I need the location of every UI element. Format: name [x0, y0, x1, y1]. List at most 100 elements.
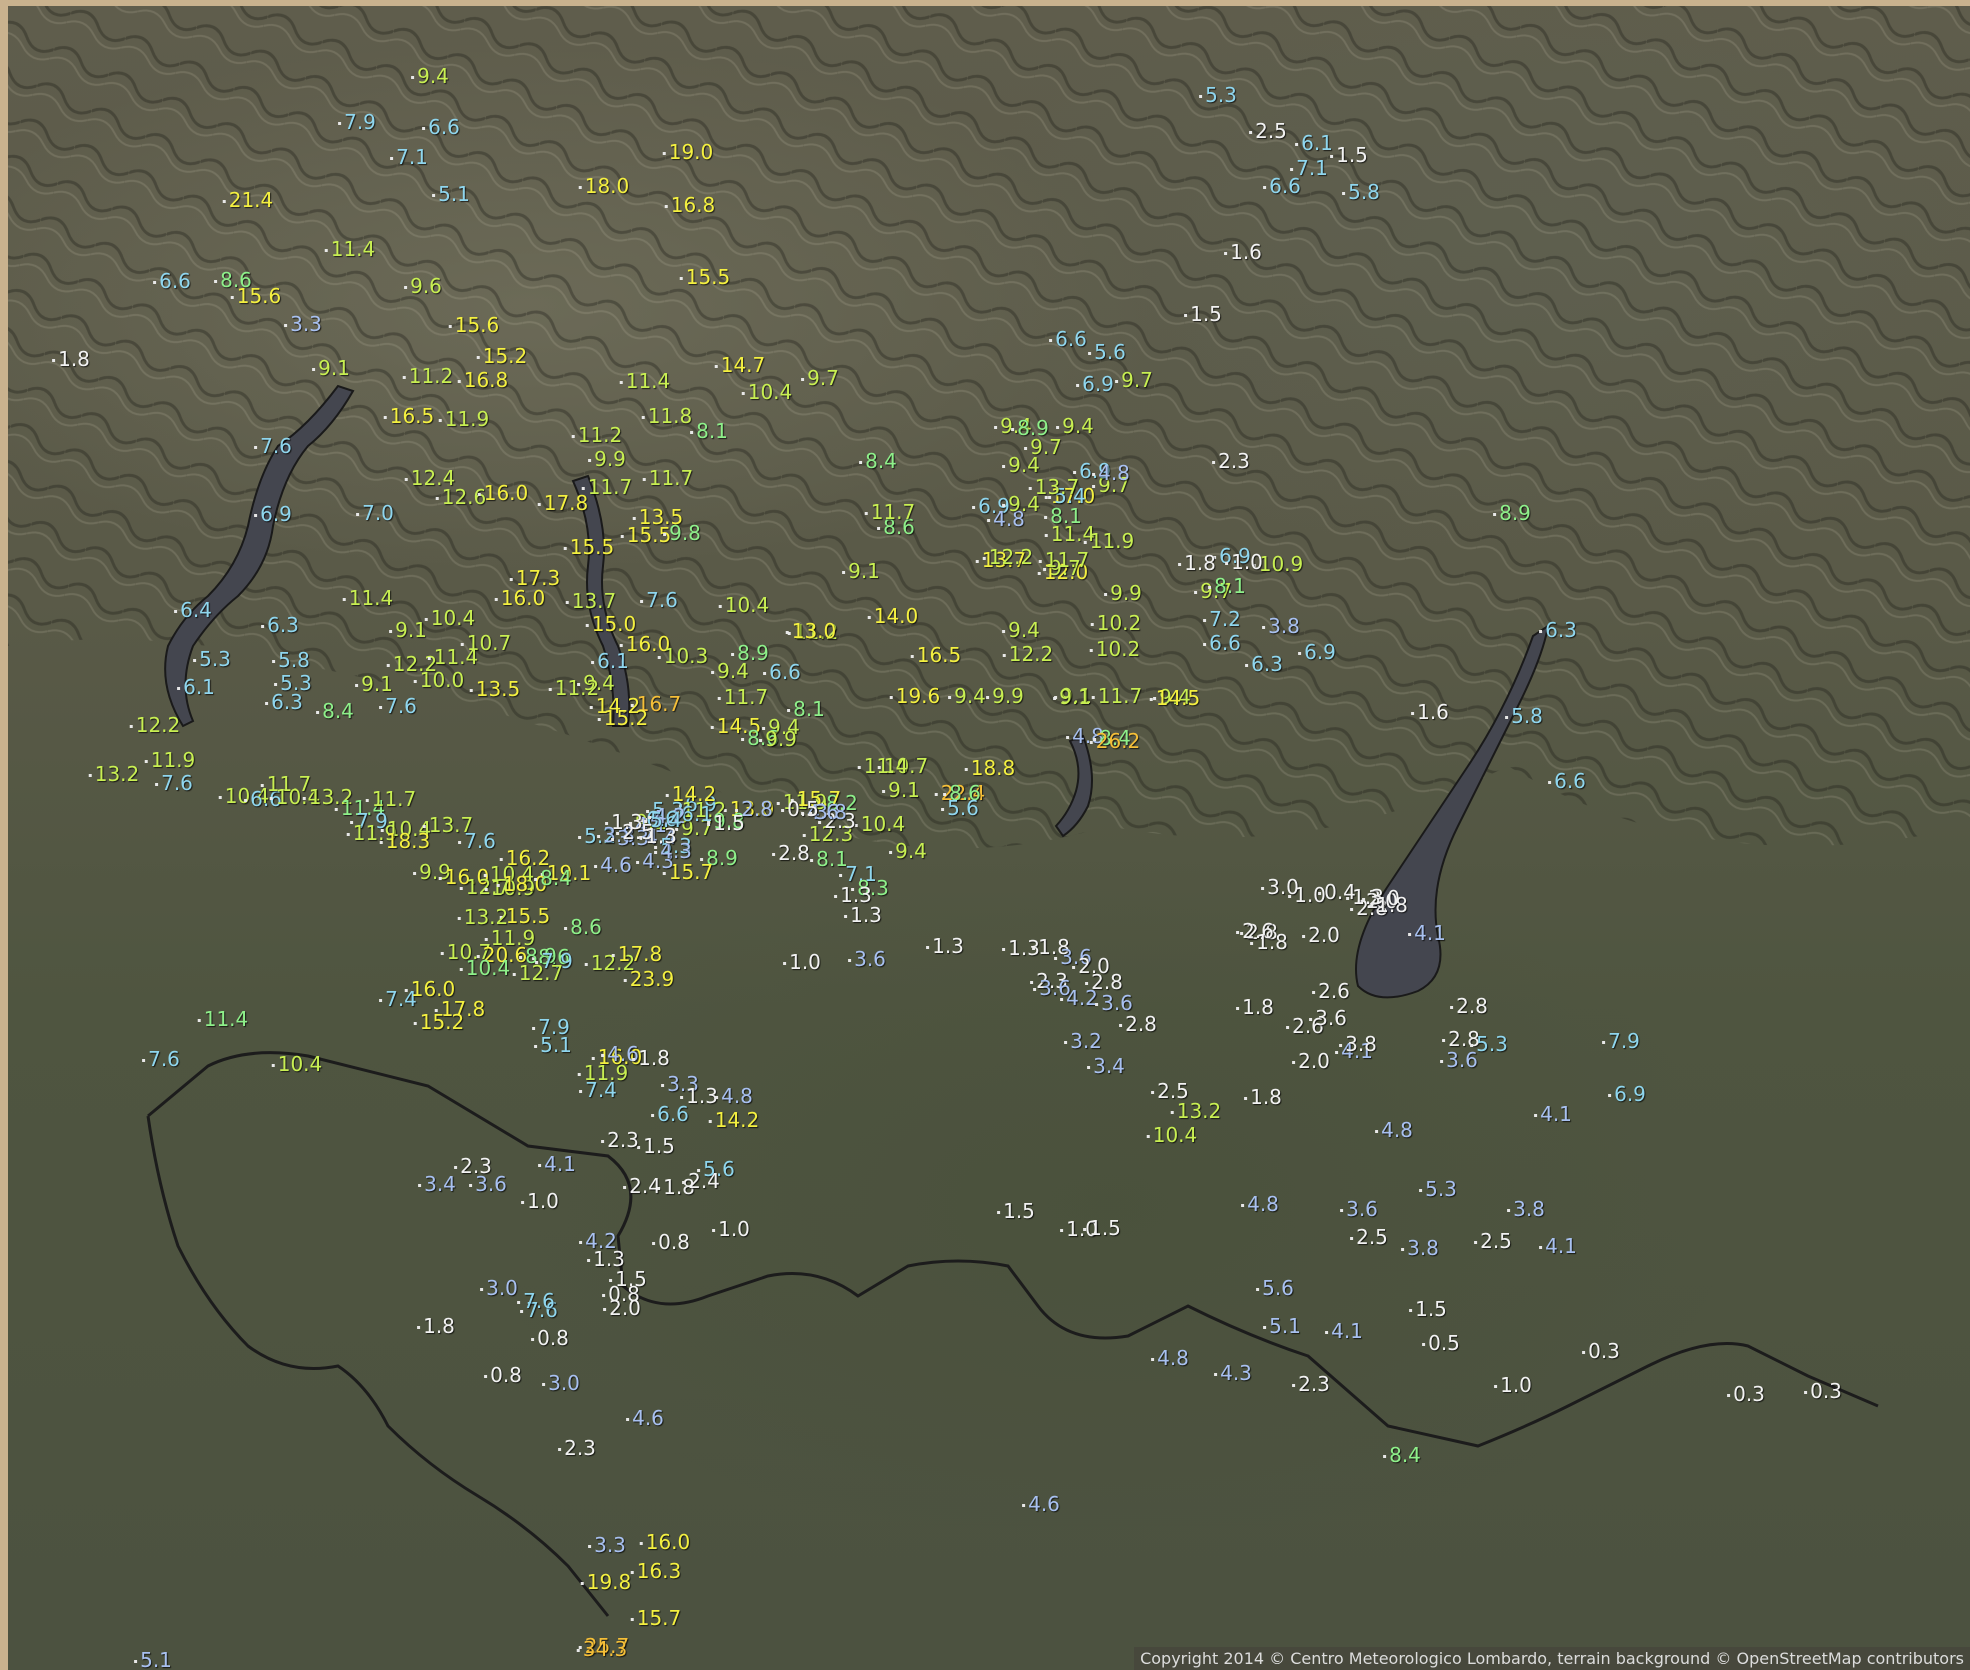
station-value: 5.3	[274, 671, 312, 695]
station-value: 15.2	[597, 706, 649, 730]
station-value: 4.3	[1214, 1361, 1252, 1385]
station-value: 4.6	[601, 1042, 639, 1066]
station-value: 6.3	[1245, 652, 1283, 676]
station-value: 4.8	[715, 1084, 753, 1108]
station-value: 19.8	[580, 1570, 632, 1594]
station-value: 1.8	[1236, 995, 1274, 1019]
station-value: 0.4	[1318, 880, 1356, 904]
station-value: 9.4	[411, 64, 449, 88]
station-value: 7.6	[254, 434, 292, 458]
station-value: 8.9	[1493, 501, 1531, 525]
station-value: 11.4	[427, 645, 479, 669]
station-value: 6.9	[254, 502, 292, 526]
station-value: 3.8	[809, 800, 847, 824]
station-value: 16.3	[630, 1559, 682, 1583]
station-value: 3.8	[1507, 1197, 1545, 1221]
station-value: 2.0	[1292, 1049, 1330, 1073]
station-value: 1.5	[1184, 302, 1222, 326]
station-value: 11.7	[717, 685, 769, 709]
station-value: 9.1	[842, 559, 880, 583]
station-value: 5.1	[534, 1033, 572, 1057]
station-value: 3.6	[848, 947, 886, 971]
station-value: 4.8	[1375, 1118, 1413, 1142]
station-value: 8.4	[1383, 1443, 1421, 1467]
station-value: 5.1	[1263, 1314, 1301, 1338]
station-value: 9.9	[1104, 581, 1142, 605]
station-value: 13.5	[469, 677, 521, 701]
station-value: 21.4	[222, 188, 274, 212]
precipitation-map[interactable]: 9.4 7.9 6.6 7.1 5.1 21.4 11.4 6.6 8.6 15.6 3.3 1.8 9…	[8, 6, 1970, 1670]
station-value: 18.8	[964, 756, 1016, 780]
station-value: 9.4	[1002, 492, 1040, 516]
station-value: 7.0	[356, 501, 394, 525]
station-value: 9.4	[1002, 453, 1040, 477]
station-value: 3.3	[588, 1533, 626, 1557]
station-value: 2.3	[454, 1154, 492, 1178]
station-value: 10.3	[657, 644, 709, 668]
station-value: 16.0	[494, 586, 546, 610]
station-value: 1.5	[637, 1134, 675, 1158]
station-value: 16.0	[404, 977, 456, 1001]
station-value: 6.1	[177, 675, 215, 699]
station-value: 3.6	[1440, 1048, 1478, 1072]
station-value: 6.3	[261, 613, 299, 637]
station-value: 15.0	[585, 612, 637, 636]
station-value: 0.8	[531, 1326, 569, 1350]
station-value: 9.6	[404, 274, 442, 298]
station-value: 6.6	[1548, 769, 1586, 793]
station-value: 6.4	[174, 598, 212, 622]
station-value: 15.7	[662, 860, 714, 884]
station-value: 9.1	[882, 778, 920, 802]
station-value: 6.3	[1539, 618, 1577, 642]
station-value: 1.3	[1002, 936, 1040, 960]
station-value: 4.1	[538, 1152, 576, 1176]
station-value: 7.9	[338, 110, 376, 134]
station-value: 0.8	[484, 1363, 522, 1387]
station-value: 10.4	[424, 606, 476, 630]
station-value: 1.3	[639, 824, 677, 848]
station-value: 5.6	[1256, 1276, 1294, 1300]
station-value: 10.0	[413, 668, 465, 692]
station-value: 11.7	[365, 787, 417, 811]
station-value: 16.0	[477, 481, 529, 505]
station-value: 8.9	[731, 641, 769, 665]
station-value: 7.1	[1290, 156, 1328, 180]
station-value: 9.9	[588, 447, 626, 471]
window-frame: 9.4 7.9 6.6 7.1 5.1 21.4 11.4 6.6 8.6 15.6 3.3 1.8 9…	[0, 0, 1970, 1670]
station-value: 12.2	[982, 545, 1034, 569]
station-value: 10.4	[459, 956, 511, 980]
station-value: 26.2	[1089, 729, 1141, 753]
station-value: 2.0	[1302, 923, 1340, 947]
station-value: 3.4	[1087, 1054, 1125, 1078]
station-value: 17.8	[611, 942, 663, 966]
station-value: 2.4	[623, 1174, 661, 1198]
station-value: 11.4	[324, 237, 376, 261]
station-value: 0.3	[1582, 1339, 1620, 1363]
station-value: 5.6	[941, 796, 979, 820]
station-value: 1.8	[1250, 930, 1288, 954]
station-value: 0.3	[1804, 1379, 1842, 1403]
station-value: 5.3	[193, 647, 231, 671]
terrain-background	[8, 6, 1970, 1617]
station-value: 1.0	[1288, 883, 1326, 907]
station-value: 4.6	[626, 1406, 664, 1430]
station-value: 4.8	[1151, 1346, 1189, 1370]
station-value: 23.9	[623, 967, 675, 991]
station-value: 11.4	[197, 1007, 249, 1031]
station-value: 6.6	[422, 115, 460, 139]
station-value: 11.4	[619, 369, 671, 393]
station-value: 9.7	[801, 366, 839, 390]
station-value: 15.5	[679, 265, 731, 289]
station-value: 10.4	[854, 812, 906, 836]
station-value: 9.1	[355, 672, 393, 696]
station-value: 6.9	[1298, 640, 1336, 664]
copyright-notice: Copyright 2014 © Centro Meteorologico Lo…	[1134, 1647, 1970, 1670]
station-value: 2.3	[558, 1436, 596, 1460]
station-value: 4.2	[579, 1229, 617, 1253]
station-value: 11.7	[642, 466, 694, 490]
station-value: 8.4	[316, 699, 354, 723]
station-value: 4.1	[1534, 1102, 1572, 1126]
station-value: 3.0	[542, 1371, 580, 1395]
station-value: 4.1	[1325, 1319, 1363, 1343]
station-value: 13.0	[785, 619, 837, 643]
